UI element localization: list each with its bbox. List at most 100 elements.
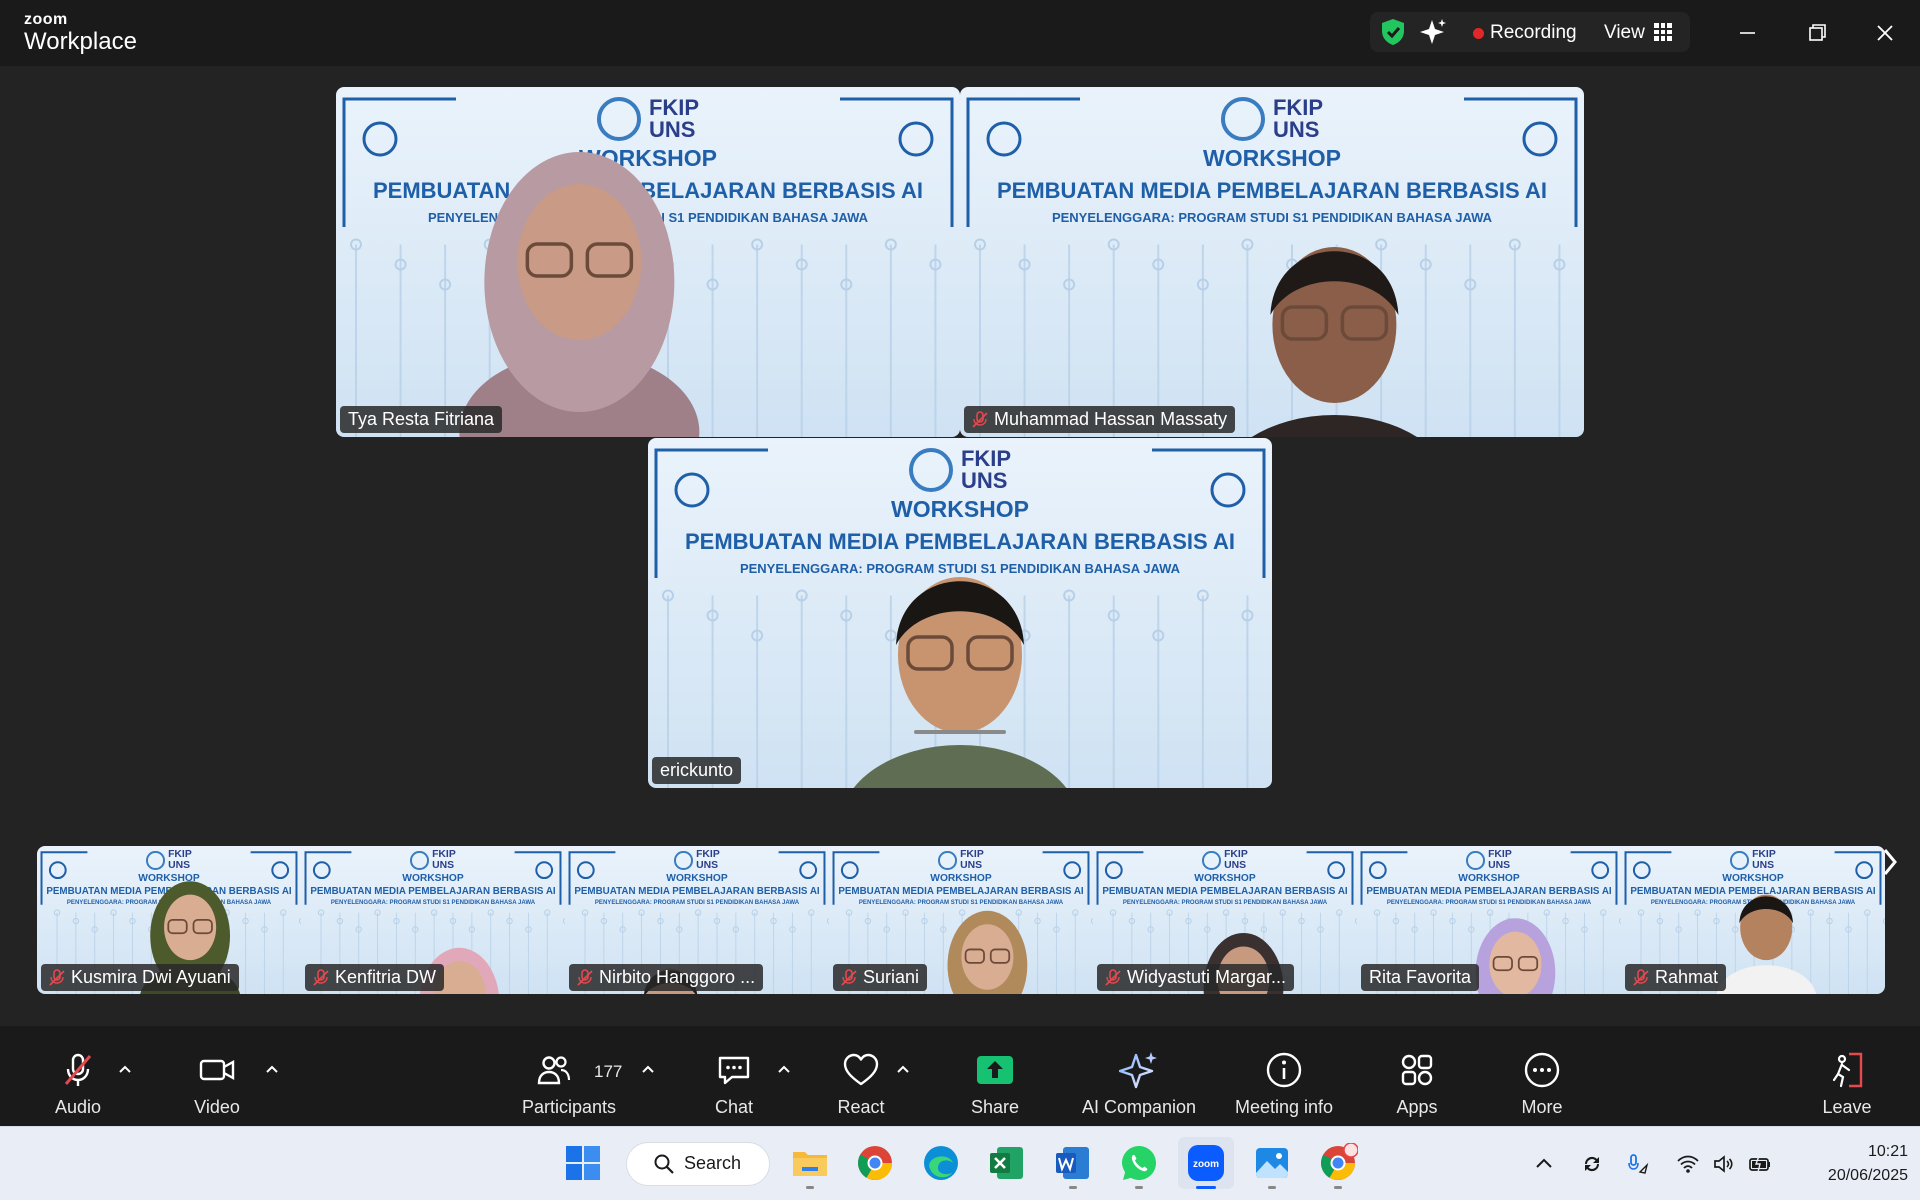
participant-name: Nirbito Hanggoro ... <box>599 967 756 987</box>
windows-start-icon[interactable] <box>563 1143 603 1183</box>
audio-button[interactable]: Audio <box>18 1050 138 1118</box>
grid-view-icon[interactable] <box>1654 23 1672 41</box>
share-label: Share <box>970 1097 1020 1117</box>
search-label: Search <box>684 1153 742 1173</box>
participant-name-tag: Muhammad Hassan Massaty <box>964 406 1236 433</box>
search-icon <box>654 1154 674 1174</box>
excel-icon[interactable] <box>987 1143 1027 1183</box>
more-button[interactable]: More <box>1482 1050 1602 1118</box>
view-button[interactable]: View <box>1604 22 1645 44</box>
react-label: React <box>837 1097 885 1117</box>
participant-name-tag: Nirbito Hanggoro ... <box>569 964 764 991</box>
participant-name: Rita Favorita <box>1369 967 1472 987</box>
battery-charging-icon[interactable] <box>1748 1152 1772 1176</box>
taskbar-clock[interactable]: 10:21 20/06/2025 <box>1788 1140 1908 1188</box>
video-tile-thumbnail[interactable]: FKIP UNS WORKSHOP PEMBUATAN MEDIA PEMBEL… <box>1357 846 1621 994</box>
participant-name-tag: erickunto <box>652 757 742 784</box>
video-tile[interactable]: FKIP UNS WORKSHOP PEMBUATAN MEDIA PEMBEL… <box>336 87 960 437</box>
chat-options-caret-icon[interactable] <box>776 1064 792 1074</box>
video-options-caret-icon[interactable] <box>264 1064 280 1074</box>
share-screen-icon <box>977 1056 1013 1084</box>
clock-time: 10:21 <box>1867 1143 1908 1160</box>
zoom-app-icon[interactable]: zoom <box>1186 1143 1226 1183</box>
participant-name-tag: Suriani <box>833 964 928 991</box>
participant-name-tag: Rita Favorita <box>1361 964 1480 991</box>
edge-icon[interactable] <box>921 1143 961 1183</box>
participant-name: Rahmat <box>1655 967 1719 987</box>
video-tile[interactable]: FKIP UNS WORKSHOP PEMBUATAN MEDIA PEMBEL… <box>960 87 1584 437</box>
participant-video-feed <box>459 152 700 437</box>
muted-microphone-icon <box>313 968 329 986</box>
restore-window-icon[interactable] <box>1802 18 1832 48</box>
chevron-right-icon[interactable] <box>1876 832 1904 892</box>
video-button[interactable]: Video <box>157 1050 277 1118</box>
video-tile-thumbnail[interactable]: FKIP UNS WORKSHOP PEMBUATAN MEDIA PEMBEL… <box>1621 846 1885 994</box>
word-running-indicator <box>1069 1186 1077 1189</box>
video-tile[interactable]: FKIP UNS WORKSHOP PEMBUATAN MEDIA PEMBEL… <box>648 438 1272 788</box>
svg-text:zoom: zoom <box>1193 1159 1219 1170</box>
zoom-workplace-logo: zoom Workplace <box>24 12 137 54</box>
logo-small-text: zoom <box>24 11 68 28</box>
audio-options-caret-icon[interactable] <box>117 1064 133 1074</box>
participant-name-tag: Kusmira Dwi Ayuani <box>41 964 239 991</box>
file-explorer-icon[interactable] <box>790 1143 830 1183</box>
whatsapp-running-indicator <box>1135 1186 1143 1189</box>
leave-button[interactable]: Leave <box>1787 1050 1907 1118</box>
participants-icon <box>537 1056 571 1085</box>
ai-companion-button[interactable]: AI Companion <box>1079 1050 1199 1118</box>
photos-icon[interactable] <box>1252 1143 1292 1183</box>
apps-button[interactable]: Apps <box>1357 1050 1477 1118</box>
video-tile-thumbnail[interactable]: FKIP UNS WORKSHOP PEMBUATAN MEDIA PEMBEL… <box>829 846 1093 994</box>
react-options-caret-icon[interactable] <box>895 1064 911 1074</box>
participant-name: Suriani <box>863 967 920 987</box>
apps-label: Apps <box>1396 1097 1438 1117</box>
close-window-icon[interactable] <box>1870 18 1900 48</box>
video-tile-thumbnail[interactable]: FKIP UNS WORKSHOP PEMBUATAN MEDIA PEMBEL… <box>1093 846 1357 994</box>
encryption-shield-icon[interactable] <box>1378 17 1408 47</box>
muted-microphone-icon <box>577 968 593 986</box>
ai-companion-icon <box>1119 1052 1157 1089</box>
chat-button[interactable]: Chat <box>674 1050 794 1118</box>
heart-icon <box>843 1053 879 1086</box>
react-button[interactable]: React <box>801 1050 921 1118</box>
video-tile-thumbnail[interactable]: FKIP UNS WORKSHOP PEMBUATAN MEDIA PEMBEL… <box>37 846 301 994</box>
muted-microphone-icon <box>49 968 65 986</box>
microphone-location-icon[interactable] <box>1625 1152 1649 1176</box>
participants-button[interactable]: Participants <box>509 1050 629 1118</box>
participants-label: Participants <box>521 1097 617 1117</box>
chrome-profile-icon[interactable] <box>1318 1143 1358 1183</box>
whatsapp-icon[interactable] <box>1119 1143 1159 1183</box>
muted-microphone-icon <box>1633 968 1649 986</box>
ai-companion-sparkle-icon[interactable] <box>1418 17 1448 47</box>
ai-companion-label: AI Companion <box>1081 1097 1197 1117</box>
wifi-icon[interactable] <box>1676 1152 1700 1176</box>
video-label: Video <box>194 1097 240 1117</box>
share-button[interactable]: Share <box>935 1050 1055 1118</box>
photos-running-indicator <box>1268 1186 1276 1189</box>
participant-video-feed <box>1251 247 1418 437</box>
chrome-icon[interactable] <box>855 1143 895 1183</box>
chrome-profile-running-indicator <box>1334 1186 1342 1189</box>
participant-name-tag: Kenfitria DW <box>305 964 445 991</box>
clock-date: 20/06/2025 <box>1827 1167 1908 1184</box>
participants-options-caret-icon[interactable] <box>640 1064 656 1074</box>
apps-icon <box>1401 1054 1433 1086</box>
muted-microphone-icon <box>972 410 988 428</box>
meeting-info-button[interactable]: Meeting info <box>1224 1050 1344 1118</box>
microphone-muted-icon <box>64 1053 92 1086</box>
gallery-resize-handle[interactable] <box>914 730 1006 734</box>
info-icon <box>1266 1052 1302 1088</box>
participant-name: Tya Resta Fitriana <box>348 409 495 429</box>
video-tile-thumbnail[interactable]: FKIP UNS WORKSHOP PEMBUATAN MEDIA PEMBEL… <box>565 846 829 994</box>
chevron-up-icon[interactable] <box>1532 1152 1556 1176</box>
volume-icon[interactable] <box>1712 1152 1736 1176</box>
video-camera-icon <box>199 1059 235 1081</box>
recording-label[interactable]: Recording <box>1490 22 1577 44</box>
minimize-window-icon[interactable] <box>1732 18 1762 48</box>
meeting-info-label: Meeting info <box>1234 1097 1334 1117</box>
video-tile-thumbnail[interactable]: FKIP UNS WORKSHOP PEMBUATAN MEDIA PEMBEL… <box>301 846 565 994</box>
participants-count: 177 <box>594 1062 623 1081</box>
participant-name: Kusmira Dwi Ayuani <box>71 967 231 987</box>
word-icon[interactable] <box>1053 1143 1093 1183</box>
sync-icon[interactable] <box>1580 1152 1604 1176</box>
